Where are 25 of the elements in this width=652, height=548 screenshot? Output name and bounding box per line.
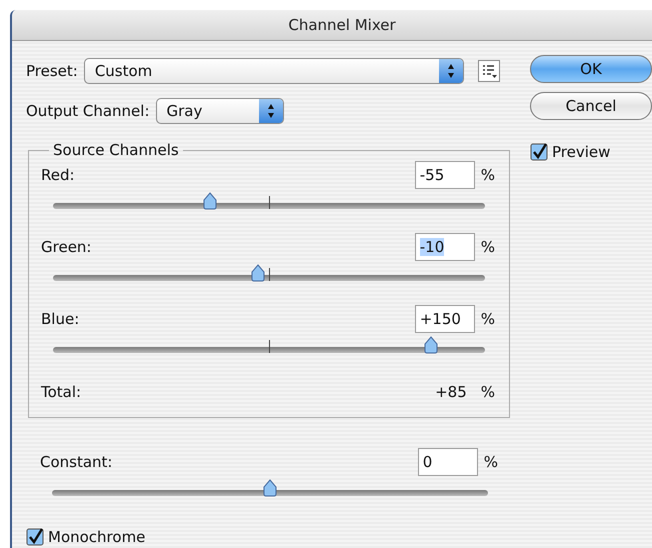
checkbox-label: Monochrome	[48, 528, 146, 546]
percent-field[interactable]: -10	[414, 233, 475, 261]
constant-label: Constant:	[40, 453, 112, 471]
channel-label: Red:	[41, 166, 75, 184]
window-title: Channel Mixer	[12, 10, 652, 41]
percent-field[interactable]: -55	[414, 161, 475, 189]
percent-unit: %	[480, 238, 495, 256]
percent-field[interactable]: 0	[418, 448, 478, 476]
group-title: Source Channels	[52, 141, 180, 159]
total-label: Total:	[41, 383, 82, 401]
percent-unit: %	[484, 453, 498, 471]
total-value: +85	[435, 383, 467, 401]
percent-unit: %	[480, 310, 495, 328]
channel-label: Blue:	[41, 310, 80, 328]
channel-label: Green:	[41, 238, 92, 256]
ok-button[interactable]: OK	[530, 55, 652, 83]
output-channel-label: Output Channel:	[26, 102, 150, 120]
cancel-button[interactable]: Cancel	[530, 92, 652, 120]
preset-label: Preset:	[26, 62, 78, 80]
percent-unit: %	[480, 383, 495, 401]
checkbox-label: Preview	[552, 143, 610, 161]
percent-field[interactable]: +150	[414, 305, 475, 333]
percent-unit: %	[480, 166, 495, 184]
output-channel-dropdown[interactable]: Gray	[156, 98, 284, 124]
preset-dropdown[interactable]: Custom	[84, 58, 464, 84]
